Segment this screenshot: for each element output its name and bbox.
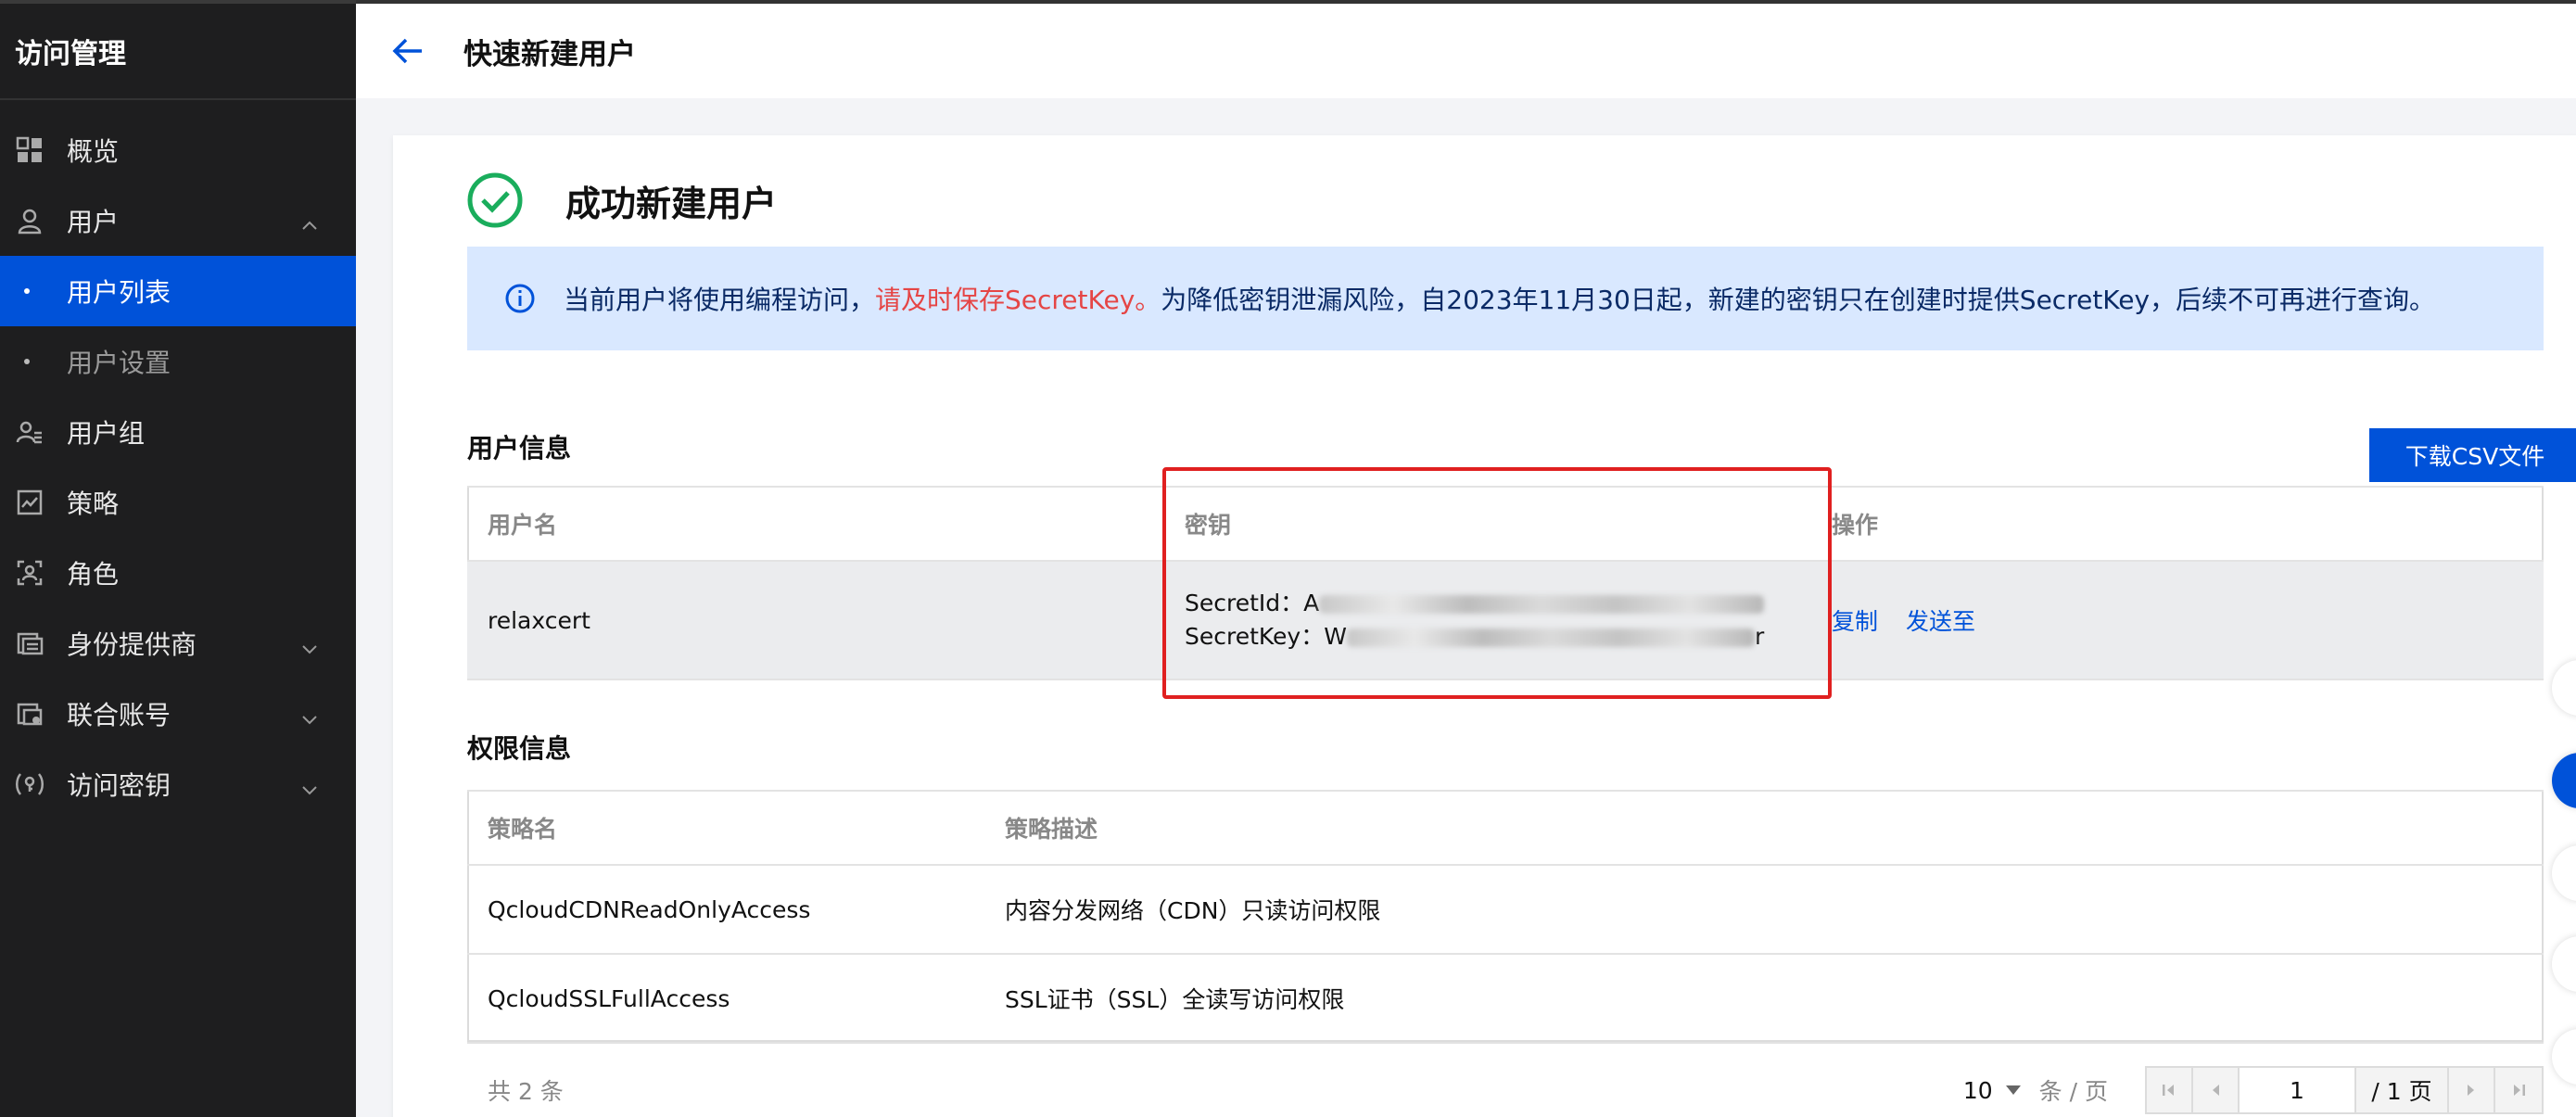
next-page-icon[interactable] [2449, 1068, 2495, 1112]
identity-provider-icon [15, 628, 44, 658]
pagination-controls: 10 条 / 页 1 / 1 页 [1963, 1062, 2544, 1117]
sidebar-item-label: 身份提供商 [67, 629, 197, 660]
sidebar-item-user-settings[interactable]: 用户设置 [0, 326, 356, 397]
table-header-row: 策略名 策略描述 [467, 790, 2544, 866]
notice-text-part1: 当前用户将使用编程访问， [564, 285, 876, 315]
sidebar-item-label: 用户列表 [67, 277, 171, 308]
table-row: QcloudSSLFullAccess SSL证书（SSL）全读写访问权限 [467, 954, 2544, 1044]
back-arrow-icon[interactable] [389, 32, 426, 70]
username-cell: relaxcert [467, 561, 1164, 680]
sidebar-item-policies[interactable]: 策略 [0, 467, 356, 538]
success-title: 成功新建用户 [565, 183, 778, 224]
send-to-link[interactable]: 发送至 [1906, 608, 1975, 635]
chevron-down-icon [300, 704, 319, 725]
policy-description-cell: SSL证书（SSL）全读写访问权限 [984, 954, 2544, 1044]
access-key-icon [15, 769, 44, 799]
user-info-title: 用户信息 [467, 433, 572, 463]
sidebar-item-label: 用户设置 [67, 348, 171, 378]
pagination: 共 2 条 10 条 / 页 1 / 1 页 [467, 1062, 2544, 1117]
sidebar-item-federated-accounts[interactable]: 联合账号 [0, 679, 356, 749]
caret-down-icon[interactable] [2005, 1085, 2021, 1095]
total-pages: / 1 页 [2356, 1068, 2449, 1112]
notice-text: 当前用户将使用编程访问，请及时保存SecretKey。为降低密钥泄漏风险，自20… [564, 280, 2435, 317]
sidebar: 访问管理 概览 用户 用户列表 用户设置 用户组 策略 角色 身份提供商 联合账… [0, 0, 356, 1117]
dashboard-icon [15, 135, 44, 165]
total-count: 共 2 条 [488, 1078, 564, 1105]
page-size-unit: 条 / 页 [2038, 1078, 2108, 1105]
policy-name-cell: QcloudCDNReadOnlyAccess [467, 865, 984, 955]
sidebar-item-label: 联合账号 [67, 700, 171, 730]
role-icon [15, 558, 44, 588]
sidebar-item-identity-providers[interactable]: 身份提供商 [0, 608, 356, 679]
permission-info-title: 权限信息 [467, 733, 572, 764]
sidebar-item-user-groups[interactable]: 用户组 [0, 397, 356, 467]
sidebar-item-label: 角色 [67, 559, 120, 590]
policy-icon [15, 488, 44, 517]
sidebar-item-label: 用户 [67, 207, 120, 237]
sidebar-item-label: 概览 [67, 136, 120, 167]
page-size-select[interactable]: 10 [1963, 1077, 1993, 1104]
policy-description-cell: 内容分发网络（CDN）只读访问权限 [984, 865, 2544, 955]
actions-cell: 复制 发送至 [1811, 561, 2544, 680]
notice-highlight: 请及时保存SecretKey。 [875, 285, 1161, 315]
user-group-icon [15, 417, 44, 447]
chevron-down-icon [300, 775, 319, 795]
column-header-username: 用户名 [467, 486, 1164, 562]
sidebar-menu: 概览 用户 用户列表 用户设置 用户组 策略 角色 身份提供商 联合账号 访问密… [0, 100, 356, 819]
column-header-actions: 操作 [1811, 486, 2544, 562]
success-check-icon [467, 172, 523, 228]
page-header: 快速新建用户 [356, 0, 2576, 98]
sidebar-item-users[interactable]: 用户 [0, 185, 356, 256]
sidebar-item-user-list[interactable]: 用户列表 [0, 256, 356, 326]
policy-name-cell: QcloudSSLFullAccess [467, 954, 984, 1044]
sidebar-item-label: 策略 [67, 489, 120, 519]
sidebar-item-label: 用户组 [67, 418, 146, 449]
federated-account-icon [15, 699, 44, 729]
bullet-icon [24, 288, 30, 294]
notice-text-part2: 为降低密钥泄漏风险，自2023年11月30日起，新建的密钥只在创建时提供Secr… [1161, 285, 2436, 315]
chevron-down-icon [300, 634, 319, 654]
highlight-box [1162, 467, 1832, 699]
page-navigator: 1 / 1 页 [2145, 1066, 2544, 1114]
table-row: QcloudCDNReadOnlyAccess 内容分发网络（CDN）只读访问权… [467, 865, 2544, 955]
first-page-icon[interactable] [2147, 1068, 2193, 1112]
column-header-policy-name: 策略名 [467, 790, 984, 866]
sidebar-item-label: 访问密钥 [67, 770, 171, 801]
user-icon [15, 206, 44, 235]
sidebar-item-overview[interactable]: 概览 [0, 115, 356, 185]
main-card: 成功新建用户 当前用户将使用编程访问，请及时保存SecretKey。为降低密钥泄… [393, 135, 2576, 1117]
sidebar-title: 访问管理 [0, 4, 356, 100]
download-csv-button[interactable]: 下载CSV文件 [2369, 428, 2576, 482]
copy-link[interactable]: 复制 [1832, 608, 1878, 635]
page-number-input[interactable]: 1 [2240, 1068, 2356, 1112]
sidebar-item-access-keys[interactable]: 访问密钥 [0, 749, 356, 819]
prev-page-icon[interactable] [2193, 1068, 2240, 1112]
notice-banner: 当前用户将使用编程访问，请及时保存SecretKey。为降低密钥泄漏风险，自20… [467, 247, 2544, 350]
page-title: 快速新建用户 [463, 37, 636, 71]
last-page-icon[interactable] [2495, 1068, 2542, 1112]
chevron-up-icon [300, 211, 319, 230]
bullet-icon [24, 359, 30, 364]
info-icon [504, 283, 536, 314]
success-banner: 成功新建用户 [467, 172, 777, 228]
sidebar-item-roles[interactable]: 角色 [0, 538, 356, 608]
permission-table: 策略名 策略描述 QcloudCDNReadOnlyAccess 内容分发网络（… [467, 790, 2544, 1044]
column-header-policy-description: 策略描述 [984, 790, 2544, 866]
